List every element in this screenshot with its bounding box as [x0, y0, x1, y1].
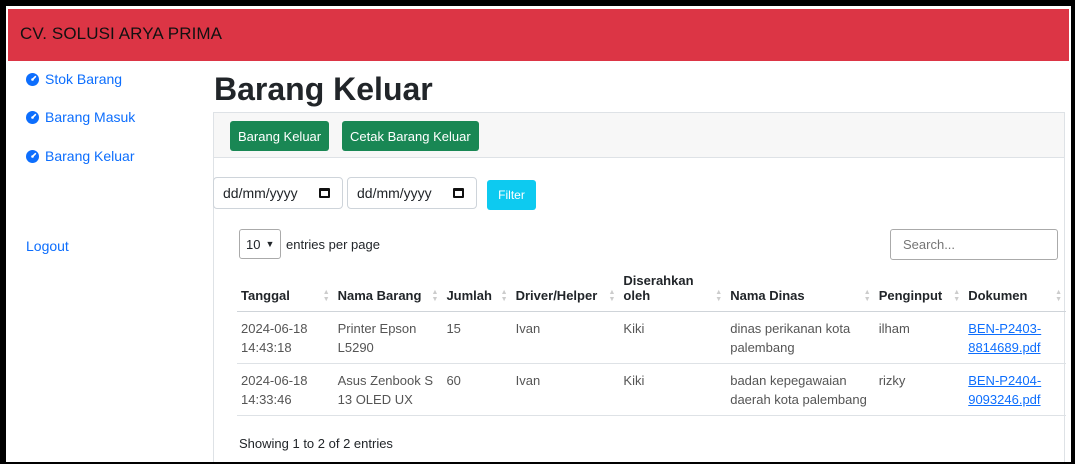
cell-driver-helper: Ivan — [511, 363, 620, 416]
table-row: 2024-06-18 14:43:18 Printer Epson L5290 … — [237, 311, 1066, 364]
logout-link[interactable]: Logout — [26, 238, 69, 254]
sidebar-item-barang-keluar[interactable]: Barang Keluar — [26, 148, 135, 164]
column-header-driver-helper[interactable]: Driver/Helper ▲ ▼ — [511, 273, 620, 312]
brand-name[interactable]: CV. SOLUSI ARYA PRIMA — [20, 24, 222, 44]
sort-icon: ▲ ▼ — [1055, 289, 1062, 303]
sidebar-item-label: Barang Keluar — [45, 148, 135, 164]
cell-diserahkan-oleh: Kiki — [619, 311, 727, 364]
sort-icon: ▲ ▼ — [953, 289, 961, 303]
entries-per-page-select[interactable]: 10 ▼ — [239, 229, 281, 259]
cell-diserahkan-oleh: Kiki — [619, 363, 727, 416]
cell-penginput: rizky — [874, 363, 965, 416]
cell-jumlah: 60 — [442, 363, 512, 416]
sort-icon: ▲ ▼ — [863, 289, 871, 303]
page-title: Barang Keluar — [214, 71, 433, 107]
sort-icon: ▲ ▼ — [608, 289, 616, 303]
gauge-icon — [26, 110, 39, 124]
table-header-row: Tanggal ▲ ▼ Nama Barang ▲ ▼ Jumlah ▲ ▼ Driver/… — [237, 273, 1066, 312]
cell-dokumen: BEN-P2403-8814689.pdf — [964, 311, 1066, 364]
entries-per-page-value: 10 — [246, 236, 261, 252]
cell-tanggal: 2024-06-18 14:43:18 — [237, 311, 334, 364]
add-barang-keluar-button[interactable]: Barang Keluar — [230, 121, 330, 151]
barang-keluar-table: Tanggal ▲ ▼ Nama Barang ▲ ▼ Jumlah ▲ ▼ Driver/… — [237, 273, 1066, 416]
entries-per-page-label: entries per page — [286, 236, 380, 252]
column-header-nama-dinas[interactable]: Nama Dinas ▲ ▼ — [726, 273, 875, 312]
dokumen-link[interactable]: BEN-P2403-8814689.pdf — [968, 321, 1041, 355]
cell-nama-barang: Printer Epson L5290 — [333, 311, 443, 364]
column-header-nama-barang[interactable]: Nama Barang ▲ ▼ — [333, 273, 443, 312]
sidebar-item-label: Barang Masuk — [45, 109, 136, 125]
sidebar-item-stok-barang[interactable]: Stok Barang — [26, 71, 122, 87]
calendar-icon[interactable] — [453, 188, 464, 198]
app-window: CV. SOLUSI ARYA PRIMA Stok Barang Barang… — [6, 6, 1071, 462]
start-date-input[interactable]: dd/mm/yyyy — [213, 177, 343, 209]
calendar-icon[interactable] — [319, 188, 330, 198]
column-header-tanggal[interactable]: Tanggal ▲ ▼ — [237, 273, 334, 312]
sort-icon: ▲ ▼ — [500, 289, 508, 303]
filter-button[interactable]: Filter — [487, 180, 536, 210]
column-header-jumlah[interactable]: Jumlah ▲ ▼ — [442, 273, 512, 312]
sort-icon: ▲ ▼ — [431, 289, 439, 303]
cell-penginput: ilham — [874, 311, 965, 364]
gauge-icon — [26, 149, 39, 163]
column-header-dokumen[interactable]: Dokumen ▲ ▼ — [964, 273, 1066, 312]
sort-icon: ▲ ▼ — [715, 289, 723, 303]
table-row: 2024-06-18 14:33:46 Asus Zenbook S 13 OL… — [237, 363, 1066, 416]
column-header-penginput[interactable]: Penginput ▲ ▼ — [874, 273, 965, 312]
cell-tanggal: 2024-06-18 14:33:46 — [237, 363, 334, 416]
cell-nama-barang: Asus Zenbook S 13 OLED UX — [333, 363, 443, 416]
start-date-value: dd/mm/yyyy — [223, 185, 298, 201]
sidebar-item-label: Stok Barang — [45, 71, 123, 87]
gauge-icon — [26, 72, 39, 86]
sort-icon: ▲ ▼ — [322, 289, 330, 303]
end-date-value: dd/mm/yyyy — [357, 185, 432, 201]
sidebar-item-barang-masuk[interactable]: Barang Masuk — [26, 109, 135, 125]
main-content: Barang Keluar Barang Keluar Cetak Barang… — [206, 61, 1069, 462]
end-date-input[interactable]: dd/mm/yyyy — [347, 177, 477, 209]
cell-driver-helper: Ivan — [511, 311, 620, 364]
top-navbar: CV. SOLUSI ARYA PRIMA — [8, 9, 1069, 61]
search-input[interactable] — [890, 229, 1058, 260]
dokumen-link[interactable]: BEN-P2404-9093246.pdf — [968, 373, 1041, 407]
card-header: Barang Keluar Cetak Barang Keluar — [214, 113, 1064, 158]
entries-length-control: 10 ▼ entries per page — [239, 229, 380, 259]
chevron-down-icon: ▼ — [265, 239, 275, 249]
column-header-diserahkan-oleh[interactable]: Diserahkan oleh ▲ ▼ — [619, 273, 727, 312]
cell-nama-dinas: dinas perikanan kota palembang — [726, 311, 875, 364]
cell-nama-dinas: badan kepegawaian daerah kota palembang — [726, 363, 875, 416]
cell-jumlah: 15 — [442, 311, 512, 364]
table-info: Showing 1 to 2 of 2 entries — [239, 436, 393, 451]
sidebar: Stok Barang Barang Masuk Barang Keluar L… — [6, 61, 206, 461]
cell-dokumen: BEN-P2404-9093246.pdf — [964, 363, 1066, 416]
print-barang-keluar-button[interactable]: Cetak Barang Keluar — [342, 121, 479, 151]
